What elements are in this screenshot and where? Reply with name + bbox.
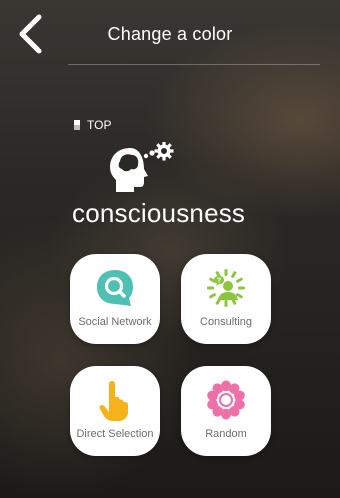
chevron-left-icon	[19, 14, 42, 54]
consulting-label: Consulting	[200, 316, 252, 328]
random-button[interactable]: Random	[181, 366, 271, 456]
social-network-button[interactable]: Social Network	[70, 254, 160, 344]
page-title: Change a color	[107, 24, 233, 44]
section-label-row: TOP	[74, 118, 111, 132]
random-label: Random	[205, 428, 247, 440]
screen: Change a color TOP consciousness Social …	[0, 0, 340, 498]
consulting-button[interactable]: ? Consulting	[181, 254, 271, 344]
consultant-icon: ?	[207, 269, 245, 307]
direct-selection-button[interactable]: Direct Selection	[70, 366, 160, 456]
section-label: TOP	[87, 118, 112, 132]
random-flower-icon	[207, 380, 245, 420]
section-title: consciousness	[72, 198, 246, 228]
header-bar: Change a color	[0, 0, 340, 66]
header-divider	[68, 64, 320, 65]
chat-search-icon	[97, 270, 133, 306]
social-network-label: Social Network	[78, 316, 152, 328]
pointing-hand-icon	[99, 381, 128, 421]
svg-text:?: ?	[217, 278, 221, 285]
mind-head-icon	[110, 142, 174, 192]
back-button[interactable]	[10, 12, 50, 56]
top-marker-icon	[74, 120, 80, 130]
direct-selection-label: Direct Selection	[76, 428, 154, 440]
